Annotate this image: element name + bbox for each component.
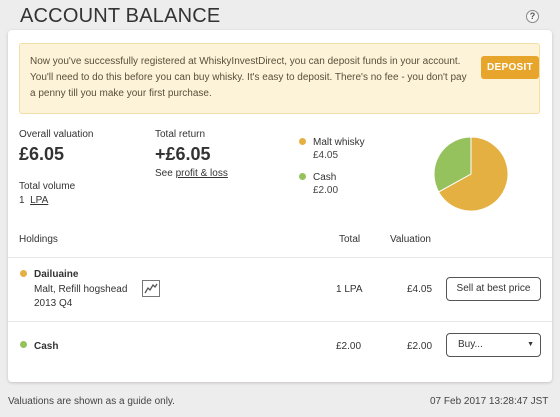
- holding-period: 2013 Q4: [34, 298, 73, 309]
- notice-text: Now you've successfully registered at Wh…: [30, 56, 467, 99]
- deposit-notice: Now you've successfully registered at Wh…: [19, 43, 540, 114]
- cash-legend-dot: [299, 173, 306, 180]
- account-balance-card: Now you've successfully registered at Wh…: [8, 30, 552, 382]
- volume-line: 1 LPA: [19, 195, 48, 206]
- col-total: Total: [339, 234, 361, 245]
- profit-loss-link[interactable]: profit & loss: [176, 168, 228, 179]
- help-icon[interactable]: ?: [526, 10, 539, 23]
- valuation-value: £6.05: [19, 144, 65, 164]
- cash-name: Cash: [34, 341, 59, 352]
- col-holdings: Holdings: [19, 234, 58, 245]
- table-divider: [8, 257, 552, 258]
- allocation-pie-chart: [433, 136, 509, 212]
- return-value: +£6.05: [155, 144, 211, 164]
- holding-detail: Malt, Refill hogshead: [34, 284, 128, 295]
- holding-valuation: £4.05: [407, 284, 433, 295]
- buy-select-value: Buy...: [458, 339, 483, 350]
- legend-malt-value: £4.05: [313, 150, 339, 161]
- holding-name[interactable]: Dailuaine: [34, 269, 78, 280]
- valuation-label: Overall valuation: [19, 129, 94, 140]
- cash-total: £2.00: [336, 341, 362, 352]
- holding-total: 1 LPA: [336, 284, 363, 295]
- cash-dot: [20, 341, 27, 348]
- volume-unit-link[interactable]: LPA: [30, 195, 48, 206]
- footer-note: Valuations are shown as a guide only.: [8, 396, 175, 407]
- page-title: ACCOUNT BALANCE: [20, 5, 221, 27]
- price-chart-icon[interactable]: [142, 280, 160, 297]
- dailuaine-dot: [20, 270, 27, 277]
- legend-malt-name: Malt whisky: [313, 137, 365, 148]
- chevron-down-icon: ▼: [527, 341, 534, 348]
- sell-at-best-price-button[interactable]: Sell at best price: [446, 277, 541, 301]
- deposit-button[interactable]: DEPOSIT: [481, 56, 539, 79]
- legend-cash-value: £2.00: [313, 185, 339, 196]
- profit-loss-line: See profit & loss: [155, 168, 228, 179]
- row-divider: [8, 321, 552, 322]
- malt-legend-dot: [299, 138, 306, 145]
- volume-label: Total volume: [19, 181, 76, 192]
- see-prefix: See: [155, 168, 173, 179]
- cash-valuation: £2.00: [407, 341, 433, 352]
- footer-timestamp: 07 Feb 2017 13:28:47 JST: [430, 396, 549, 407]
- return-label: Total return: [155, 129, 206, 140]
- buy-select[interactable]: Buy... ▼: [446, 333, 541, 357]
- volume-qty: 1: [19, 195, 25, 206]
- legend-cash-name: Cash: [313, 172, 337, 183]
- col-valuation: Valuation: [390, 234, 431, 245]
